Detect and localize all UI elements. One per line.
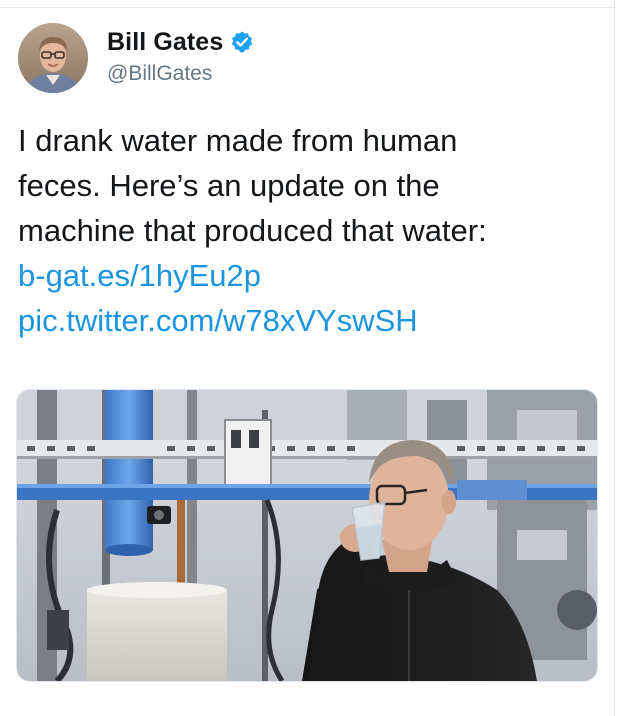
tweet-text-line: machine that produced that water:	[18, 213, 487, 248]
article-link[interactable]: b-gat.es/1hyEu2p	[18, 253, 608, 298]
tweet-text: I drank water made from human feces. Her…	[18, 118, 608, 343]
media-link[interactable]: pic.twitter.com/w78xVYswSH	[18, 298, 608, 343]
tweet-text-line: feces. Here’s an update on the	[18, 168, 440, 203]
tweet-card: Bill Gates @BillGates I drank water made…	[0, 0, 628, 716]
display-name[interactable]: Bill Gates	[107, 28, 223, 57]
tweet-media-photo[interactable]	[16, 389, 598, 682]
verified-badge-icon	[230, 30, 254, 54]
author-block: Bill Gates @BillGates	[107, 26, 254, 86]
top-divider	[0, 0, 614, 8]
avatar[interactable]	[18, 23, 88, 93]
profile-photo	[18, 23, 88, 93]
tweet-text-line: I drank water made from human	[18, 123, 458, 158]
name-row: Bill Gates	[107, 26, 254, 58]
photo-illustration	[17, 390, 597, 681]
right-divider	[614, 0, 615, 716]
handle[interactable]: @BillGates	[107, 62, 254, 86]
